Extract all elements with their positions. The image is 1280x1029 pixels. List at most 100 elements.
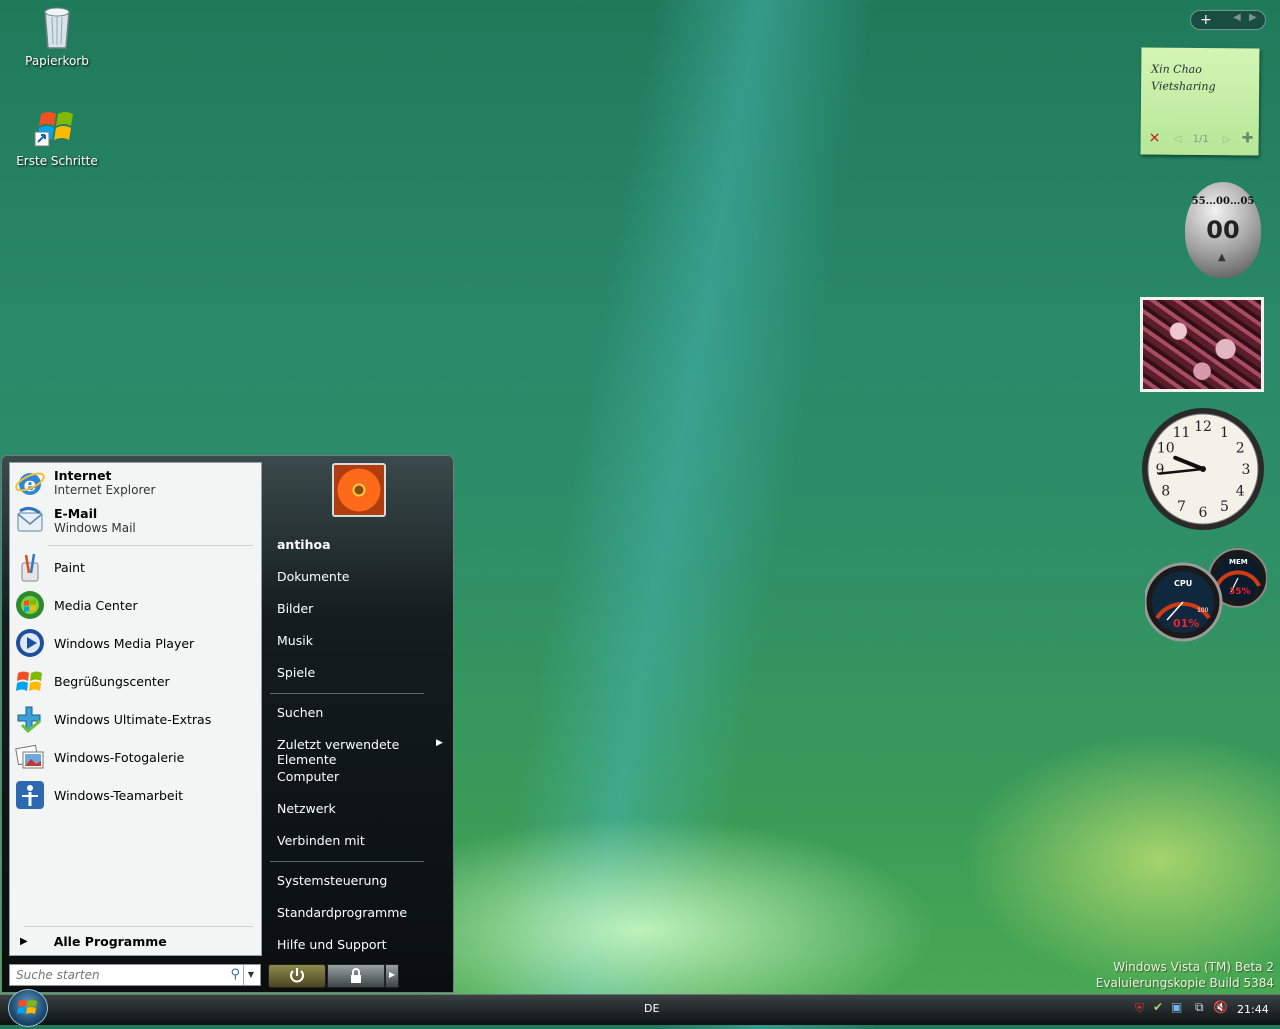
ultimate-extras-icon [14, 703, 46, 735]
clock-numeral: 7 [1177, 499, 1186, 515]
windows-logo-icon [17, 1000, 37, 1014]
network-check-icon[interactable]: ✔ [1153, 1000, 1163, 1014]
media-player-icon [14, 627, 46, 659]
start-button[interactable] [8, 989, 48, 1027]
power-icon [290, 968, 304, 983]
recent-item-label: Windows Ultimate-Extras [54, 711, 212, 727]
recent-item-label: Media Center [54, 597, 138, 613]
volume-muted-icon[interactable]: 🔇 [1213, 1000, 1228, 1014]
recent-item-welcome-center[interactable]: Begrüßungscenter [14, 663, 254, 699]
clock-gadget[interactable]: 1 2 3 4 5 6 7 8 9 10 11 12 [1141, 407, 1265, 531]
watermark-line: Windows Vista (TM) Beta 2 [1113, 960, 1274, 974]
link-search[interactable]: Suchen [277, 705, 323, 720]
recent-item-label: Windows-Teamarbeit [54, 787, 183, 803]
next-note-icon[interactable]: ▷ [1223, 134, 1231, 145]
recycle-bin-icon [33, 2, 81, 50]
desktop-icon-recycle-bin[interactable]: Papierkorb [9, 2, 105, 68]
network-icon[interactable]: ⧉ [1195, 1000, 1204, 1015]
search-input[interactable] [14, 967, 218, 983]
clock-numeral: 2 [1236, 441, 1245, 457]
lock-button[interactable] [327, 964, 385, 988]
cpu-scale-max: 100 [1197, 607, 1209, 614]
search-icon[interactable]: ⚲ [230, 967, 240, 982]
lock-icon [351, 968, 361, 983]
all-programs-button[interactable]: ▶ Alle Programme [14, 931, 254, 951]
security-alert-icon[interactable]: ⛨ [1135, 1001, 1144, 1016]
link-music[interactable]: Musik [277, 633, 313, 648]
meeting-space-icon [14, 779, 46, 811]
add-gadget-icon[interactable]: + [1200, 11, 1212, 29]
sidebar-next-icon[interactable]: ▶ [1249, 12, 1257, 23]
recent-item-ultimate-extras[interactable]: Windows Ultimate-Extras [14, 701, 254, 737]
link-computer[interactable]: Computer [277, 769, 339, 784]
programs-pane: e Internet Internet Explorer E-Mail Window… [9, 462, 262, 956]
watermark-line: Evaluierungskopie Build 5384 [1095, 976, 1274, 990]
windows-logo-icon [33, 102, 81, 150]
pinned-item-title: E-Mail [54, 506, 98, 521]
search-dropdown-icon[interactable]: ▼ [243, 965, 258, 985]
desktop-icon-label: Erste Schritte [16, 154, 98, 168]
clock-numeral: 12 [1194, 419, 1212, 435]
clock-numeral: 8 [1161, 484, 1170, 500]
start-search: ⚲ ▼ [9, 964, 261, 986]
link-help-support[interactable]: Hilfe und Support [277, 937, 387, 952]
egg-timer-gadget[interactable]: 55...00...05 00 ▲ [1185, 182, 1261, 278]
clock-numeral: 10 [1157, 441, 1175, 457]
link-default-programs[interactable]: Standardprogramme [277, 905, 407, 920]
cpu-meter-gadget[interactable]: CPU 01% 100 MEM 35% [1143, 548, 1268, 643]
clock-numeral: 6 [1199, 505, 1208, 521]
shutdown-options-button[interactable]: ▶ [385, 964, 399, 988]
timer-pointer-icon: ▲ [1218, 252, 1226, 263]
build-watermark: Windows Vista (TM) Beta 2 Evaluierungsko… [1096, 959, 1274, 991]
user-avatar[interactable] [332, 463, 386, 517]
recent-item-media-player[interactable]: Windows Media Player [14, 625, 254, 661]
recent-item-media-center[interactable]: Media Center [14, 587, 254, 623]
mem-label: MEM [1229, 558, 1248, 566]
media-center-icon [14, 589, 46, 621]
slideshow-gadget[interactable] [1140, 297, 1264, 392]
desktop-icon-erste-schritte[interactable]: Erste Schritte [9, 102, 105, 168]
clock-numeral: 4 [1236, 484, 1245, 500]
pinned-item-email[interactable]: E-Mail Windows Mail [14, 503, 254, 539]
notes-gadget[interactable]: Xin Chao Vietsharing ✕ ◁ 1/1 ▷ ✚ [1140, 47, 1260, 156]
menu-divider [270, 861, 424, 862]
clock-numeral: 9 [1156, 462, 1165, 478]
add-note-icon[interactable]: ✚ [1242, 130, 1254, 146]
power-button[interactable] [268, 964, 326, 988]
user-name-link[interactable]: antihoa [277, 537, 331, 552]
welcome-center-icon [14, 665, 46, 697]
link-network[interactable]: Netzwerk [277, 801, 336, 816]
link-connect-to[interactable]: Verbinden mit [277, 833, 365, 848]
link-control-panel[interactable]: Systemsteuerung [277, 873, 387, 888]
notification-area: ⛨ ✔ ▣ ⧉ 🔇 21:44 [1135, 995, 1280, 1025]
delete-note-icon[interactable]: ✕ [1149, 131, 1161, 147]
link-documents[interactable]: Dokumente [277, 569, 349, 584]
clock-time[interactable]: 21:44 [1237, 1003, 1269, 1016]
sidebar-prev-icon[interactable]: ◀ [1233, 12, 1241, 23]
note-line: Xin Chao [1151, 62, 1202, 77]
mem-value: 35% [1229, 587, 1251, 597]
language-indicator[interactable]: DE [644, 1002, 659, 1015]
taskbar: DE ⛨ ✔ ▣ ⧉ 🔇 21:44 [0, 989, 1280, 1027]
monitor-icon[interactable]: ▣ [1171, 1000, 1182, 1014]
menu-divider [48, 545, 253, 546]
recent-item-photo-gallery[interactable]: Windows-Fotogalerie [14, 739, 254, 775]
recent-item-meeting-space[interactable]: Windows-Teamarbeit [14, 777, 254, 813]
recent-item-paint[interactable]: Paint [14, 549, 254, 585]
photo-gallery-icon [14, 741, 46, 773]
clock-face: 1234567891011 12 [1142, 408, 1264, 530]
link-recent-items[interactable]: Zuletzt verwendete Elemente [277, 737, 453, 767]
start-menu: e Internet Internet Explorer E-Mail Window… [1, 455, 454, 993]
paint-icon [14, 551, 46, 583]
pinned-item-internet[interactable]: e Internet Internet Explorer [14, 465, 254, 501]
prev-note-icon[interactable]: ◁ [1174, 134, 1182, 145]
menu-divider [270, 693, 424, 694]
link-games[interactable]: Spiele [277, 665, 315, 680]
link-pictures[interactable]: Bilder [277, 601, 313, 616]
all-programs-label: Alle Programme [53, 933, 167, 949]
expand-arrow-icon: ▶ [20, 935, 28, 947]
cpu-label: CPU [1174, 579, 1193, 588]
slideshow-image [1143, 300, 1261, 389]
pinned-item-subtitle: Windows Mail [54, 521, 136, 535]
clock-numeral: 3 [1242, 462, 1251, 478]
